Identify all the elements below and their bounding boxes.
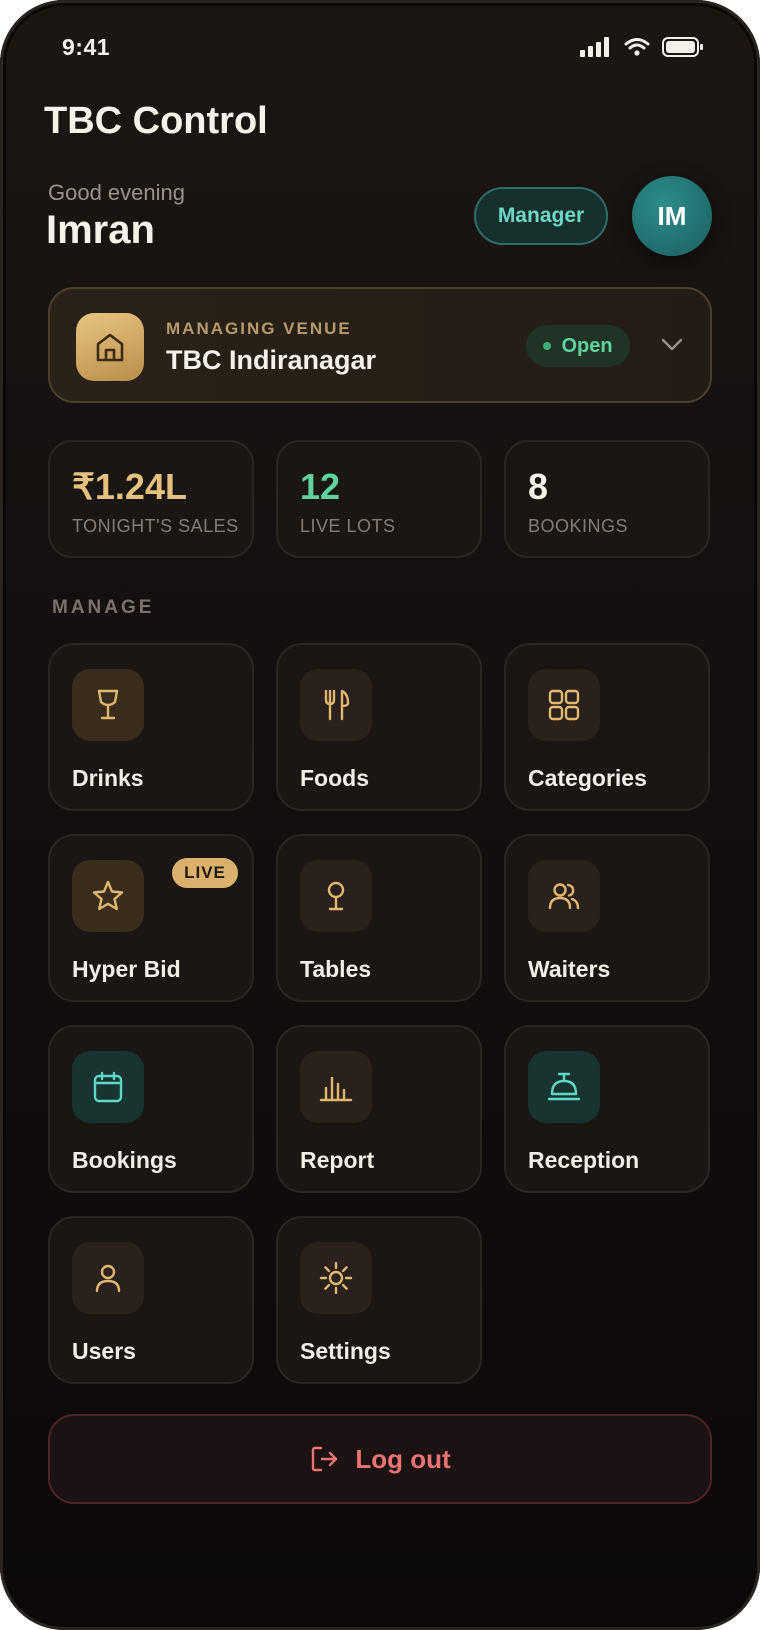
user-name: Imran (46, 208, 155, 252)
tile-label: Users (72, 1338, 136, 1364)
sun-gear-icon (300, 1242, 372, 1314)
logout-button[interactable]: Log out (48, 1414, 712, 1504)
stat-label: TONIGHT'S SALES (72, 516, 239, 536)
tile-label: Reception (528, 1147, 640, 1173)
app-title: TBC Control (44, 100, 268, 142)
tile-foods[interactable]: Foods (276, 643, 482, 811)
calendar-icon (72, 1051, 144, 1123)
avatar[interactable]: IM (632, 176, 712, 256)
tile-label: Report (300, 1147, 375, 1173)
venue-selector[interactable]: MANAGING VENUE TBC Indiranagar Open (48, 287, 712, 403)
role-badge[interactable]: Manager (474, 187, 608, 245)
logout-label: Log out (355, 1443, 451, 1474)
star-icon (72, 860, 144, 932)
tile-waiters[interactable]: Waiters (504, 834, 710, 1002)
section-title-manage: MANAGE (52, 597, 155, 618)
tile-drinks[interactable]: Drinks (48, 643, 254, 811)
stat-value: ₹1.24L (72, 466, 187, 507)
live-badge: LIVE (172, 858, 238, 888)
status-dot-icon (543, 342, 552, 350)
greeting-text: Good evening (48, 180, 185, 205)
status-bar: 9:41 (62, 30, 704, 64)
tile-label: Drinks (72, 765, 144, 791)
stat-value: 12 (300, 466, 341, 507)
signal-icon (580, 37, 609, 57)
logout-icon (312, 1446, 338, 1472)
wifi-icon (624, 38, 650, 56)
venue-status-text: Open (561, 334, 613, 357)
tile-label: Tables (300, 956, 372, 982)
user-icon (72, 1242, 144, 1314)
tile-bookings[interactable]: Bookings (48, 1025, 254, 1193)
store-icon (76, 313, 144, 381)
people-icon (528, 860, 600, 932)
tile-tables[interactable]: Tables (276, 834, 482, 1002)
chevron-down-icon[interactable] (654, 327, 690, 363)
grid-icon (528, 669, 600, 741)
tile-label: Categories (528, 765, 647, 791)
tile-label: Waiters (528, 956, 611, 982)
venue-name: TBC Indiranagar (166, 345, 377, 375)
tile-categories[interactable]: Categories (504, 643, 710, 811)
stat-value: 8 (528, 466, 549, 507)
tile-report[interactable]: Report (276, 1025, 482, 1193)
bar-chart-icon (300, 1051, 372, 1123)
bell-icon (528, 1051, 600, 1123)
venue-status-badge: Open (526, 325, 630, 367)
tile-label: Hyper Bid (72, 956, 181, 982)
table-icon (300, 860, 372, 932)
venue-kicker: MANAGING VENUE (166, 319, 352, 338)
battery-icon (662, 37, 703, 57)
stat-label: LIVE LOTS (300, 516, 396, 536)
tile-label: Bookings (72, 1147, 177, 1173)
status-time: 9:41 (62, 33, 111, 60)
utensils-icon (300, 669, 372, 741)
stat-card-sales[interactable]: ₹1.24L TONIGHT'S SALES (48, 440, 254, 558)
phone-screen: 9:41 TBC Control Good evening Imran Mana… (0, 0, 760, 1630)
stat-card-bookings[interactable]: 8 BOOKINGS (504, 440, 710, 558)
tile-reception[interactable]: Reception (504, 1025, 710, 1193)
tile-hyper-bid[interactable]: LIVE Hyper Bid (48, 834, 254, 1002)
stat-label: BOOKINGS (528, 516, 629, 536)
wine-glass-icon (72, 669, 144, 741)
status-icons (580, 37, 704, 57)
tile-label: Foods (300, 765, 369, 791)
stat-card-live-lots[interactable]: 12 LIVE LOTS (276, 440, 482, 558)
tile-settings[interactable]: Settings (276, 1216, 482, 1384)
tile-label: Settings (300, 1338, 391, 1364)
tile-users[interactable]: Users (48, 1216, 254, 1384)
